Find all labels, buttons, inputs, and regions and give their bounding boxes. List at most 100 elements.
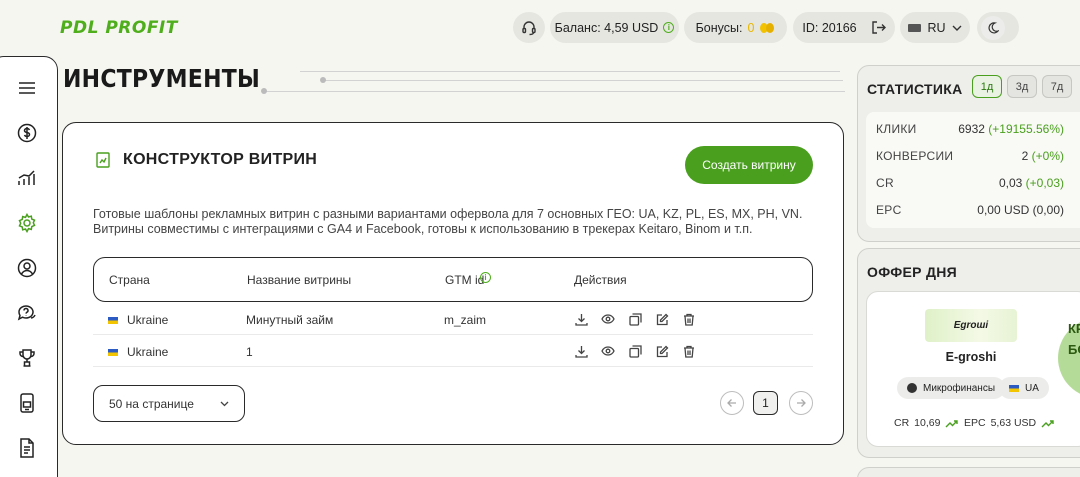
next-page-button[interactable] <box>789 391 813 415</box>
bonus-pill[interactable]: Бонусы: 0 <box>684 12 787 43</box>
table-row: Ukraine Минутный займ m_zaim <box>93 303 813 335</box>
row-country: Ukraine <box>108 345 168 359</box>
trophy-icon[interactable] <box>16 347 38 369</box>
eye-icon[interactable] <box>600 343 616 359</box>
info-icon[interactable]: i <box>480 272 491 283</box>
stat-label: КОНВЕРСИИ <box>876 149 954 163</box>
stat-row-cr: CR 0,03 (+0,03) <box>876 176 1064 190</box>
theme-toggle[interactable] <box>977 12 1019 43</box>
geo-tag: UA <box>999 377 1049 399</box>
stat-value: 6932 (+19155.56%) <box>958 122 1064 136</box>
stat-row-conversions: КОНВЕРСИИ 2 (+0%) <box>876 149 1064 163</box>
column-country: Страна <box>109 273 150 287</box>
stat-value: 0,03 (+0,03) <box>999 176 1064 190</box>
user-id-pill[interactable]: ID: 20166 <box>793 12 895 43</box>
language-label: RU <box>927 20 946 35</box>
row-country-label: Ukraine <box>127 345 169 359</box>
stats-table: КЛИКИ 6932 (+19155.56%) КОНВЕРСИИ 2 (+0%… <box>866 112 1080 228</box>
constructor-card: КОНСТРУКТОР ВИТРИН Создать витрину Готов… <box>62 122 844 445</box>
info-icon[interactable]: i <box>663 22 675 33</box>
stats-card: СТАТИСТИКА 1д 3д 7д КЛИКИ 6932 (+19155.5… <box>857 65 1080 242</box>
period-7d-button[interactable]: 7д <box>1042 75 1072 98</box>
arrow-left-icon <box>727 399 736 407</box>
page-number-button[interactable]: 1 <box>753 391 778 415</box>
template-icon <box>96 152 110 168</box>
balance-label: Баланс: 4,59 USD <box>554 20 659 35</box>
decor-line <box>300 71 840 72</box>
promo-badge-text: БО <box>1068 342 1080 357</box>
ukraine-flag-icon <box>1009 384 1019 392</box>
create-showcase-button[interactable]: Создать витрину <box>685 146 813 184</box>
stat-row-epc: EPC 0,00 USD (0,00) <box>876 203 1064 217</box>
copy-icon[interactable] <box>627 311 643 327</box>
stats-title: СТАТИСТИКА <box>867 81 963 97</box>
language-selector[interactable]: RU <box>900 12 970 43</box>
user-icon[interactable] <box>16 257 38 279</box>
chart-icon[interactable] <box>16 167 38 189</box>
epc-value: 5,63 USD <box>990 417 1037 429</box>
trash-icon[interactable] <box>681 311 697 327</box>
stat-number: 0,00 USD <box>977 203 1030 217</box>
support-button[interactable] <box>513 12 545 43</box>
eye-icon[interactable] <box>600 311 616 327</box>
category-tag: Микрофинансы <box>897 377 1006 399</box>
copy-icon[interactable] <box>627 343 643 359</box>
download-icon[interactable] <box>573 311 589 327</box>
balance-pill[interactable]: Баланс: 4,59 USD i <box>550 12 679 43</box>
dollar-icon[interactable] <box>16 122 38 144</box>
offer-of-day-card: ОФФЕР ДНЯ Egroші E-groshi Микрофинансы U… <box>857 248 1080 458</box>
per-page-label: 50 на странице <box>109 396 194 411</box>
cr-value: 10,69 <box>914 417 941 429</box>
trend-up-icon <box>945 419 959 427</box>
offer-tile[interactable]: Egroші E-groshi Микрофинансы UA CR 10,69… <box>866 291 1080 447</box>
category-label: Микрофинансы <box>923 382 996 394</box>
offer-logo: Egroші <box>925 309 1017 342</box>
stat-delta: (0,00) <box>1032 203 1064 217</box>
stat-delta: (+0,03) <box>1025 176 1064 190</box>
row-name: 1 <box>246 345 253 359</box>
document-icon[interactable] <box>16 437 38 459</box>
download-icon[interactable] <box>573 343 589 359</box>
period-1d-button[interactable]: 1д <box>972 75 1002 98</box>
bonus-label: Бонусы: <box>695 20 743 35</box>
gear-icon[interactable] <box>16 212 38 234</box>
per-page-select[interactable]: 50 на странице <box>93 385 245 422</box>
column-gtm: GTM id <box>445 273 485 287</box>
stat-number: 6932 <box>958 122 985 136</box>
offer-cr: CR 10,69 <box>894 417 959 429</box>
stat-number: 0,03 <box>998 176 1023 190</box>
faq-icon[interactable] <box>16 302 38 324</box>
stat-number: 2 <box>1021 149 1029 163</box>
description: Готовые шаблоны рекламных витрин с разны… <box>93 207 803 236</box>
arrow-right-icon <box>797 399 806 407</box>
card-title: КОНСТРУКТОР ВИТРИН <box>123 151 318 168</box>
moon-icon <box>981 15 1005 40</box>
logout-icon[interactable] <box>871 20 886 35</box>
trash-icon[interactable] <box>681 343 697 359</box>
decor-line <box>265 91 845 92</box>
cr-label: CR <box>894 417 910 429</box>
stat-row-clicks: КЛИКИ 6932 (+19155.56%) <box>876 122 1064 136</box>
column-actions: Действия <box>574 273 627 287</box>
coins-icon <box>760 22 775 33</box>
chevron-down-icon <box>952 25 962 31</box>
menu-icon[interactable] <box>16 77 38 99</box>
logo[interactable]: PDL PROFIT <box>60 18 178 38</box>
ukraine-flag-icon <box>108 317 118 324</box>
row-country: Ukraine <box>108 313 168 327</box>
page-title: ИНСТРУМЕНТЫ <box>63 64 261 93</box>
flag-icon <box>908 23 922 32</box>
geo-label: UA <box>1025 382 1039 394</box>
phone-icon[interactable] <box>16 392 38 414</box>
prev-page-button[interactable] <box>720 391 744 415</box>
period-3d-button[interactable]: 3д <box>1007 75 1037 98</box>
category-icon <box>907 383 917 393</box>
stat-delta: (+0%) <box>1031 149 1064 163</box>
offer-name: E-groshi <box>945 350 997 364</box>
offer-epc: EPC 5,63 USD <box>964 417 1054 429</box>
stat-label: CR <box>876 176 894 190</box>
edit-icon[interactable] <box>654 343 670 359</box>
row-gtm: m_zaim <box>444 313 487 327</box>
table-row: Ukraine 1 <box>93 335 813 367</box>
edit-icon[interactable] <box>654 311 670 327</box>
